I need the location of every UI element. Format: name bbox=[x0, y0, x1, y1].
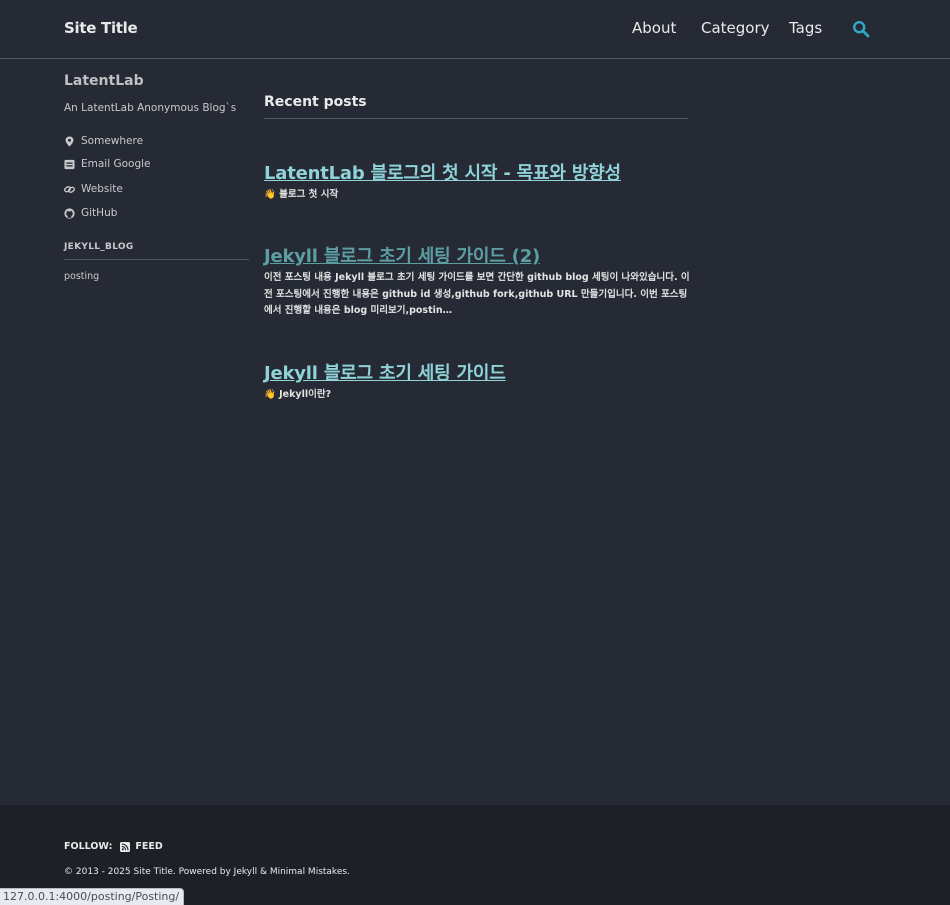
post-excerpt: 👋 블로그 첫 시작 bbox=[264, 189, 339, 200]
author-name: LatentLab bbox=[64, 73, 144, 89]
sidebar-item-posting[interactable]: posting bbox=[64, 271, 99, 282]
feed-label: FEED bbox=[135, 841, 163, 852]
github-icon bbox=[64, 207, 75, 219]
nav-about[interactable]: About bbox=[632, 19, 676, 37]
rss-icon bbox=[120, 841, 131, 852]
post-excerpt: 👋 Jekyll이란? bbox=[264, 389, 332, 400]
post-excerpt: 이전 포스팅 내용 Jekyll 블로그 초기 세팅 가이드를 보면 간단한 g… bbox=[264, 272, 690, 316]
site-title-link[interactable]: Site Title bbox=[64, 19, 138, 37]
nav-tags[interactable]: Tags bbox=[789, 19, 822, 37]
nav-category[interactable]: Category bbox=[701, 19, 770, 37]
follow-section: FOLLOW: FEED bbox=[64, 841, 163, 852]
section-title: Recent posts bbox=[264, 94, 688, 119]
follow-label: FOLLOW: bbox=[64, 841, 113, 852]
author-github-link[interactable]: GitHub bbox=[64, 206, 117, 220]
author-bio: An LatentLab Anonymous Blog`s bbox=[64, 102, 237, 114]
author-website-link[interactable]: Website bbox=[64, 182, 123, 196]
author-website-label: Website bbox=[81, 183, 123, 195]
copyright: © 2013 - 2025 Site Title. Powered by Jek… bbox=[64, 867, 350, 877]
author-github-label: GitHub bbox=[81, 207, 118, 219]
envelope-icon bbox=[64, 159, 75, 169]
author-location: Somewhere bbox=[64, 134, 143, 148]
author-location-label: Somewhere bbox=[81, 135, 144, 147]
browser-status-url: 127.0.0.1:4000/posting/Posting/ bbox=[0, 888, 185, 905]
author-email-label: Email Google bbox=[81, 158, 151, 170]
post-title-link[interactable]: Jekyll 블로그 초기 세팅 가이드 (2) bbox=[264, 242, 540, 268]
link-icon bbox=[64, 185, 75, 193]
sidebar-nav-heading: JEKYLL_BLOG bbox=[64, 242, 249, 260]
post-title-link[interactable]: LatentLab 블로그의 첫 시작 - 목표와 방향성 bbox=[264, 159, 621, 185]
feed-link[interactable]: FEED bbox=[120, 841, 163, 852]
post-title-link[interactable]: Jekyll 블로그 초기 세팅 가이드 bbox=[264, 359, 506, 385]
masthead: Site Title About Category Tags bbox=[0, 0, 950, 59]
search-icon[interactable] bbox=[852, 20, 870, 38]
map-marker-icon bbox=[65, 135, 74, 147]
author-email-link[interactable]: Email Google bbox=[64, 157, 151, 171]
